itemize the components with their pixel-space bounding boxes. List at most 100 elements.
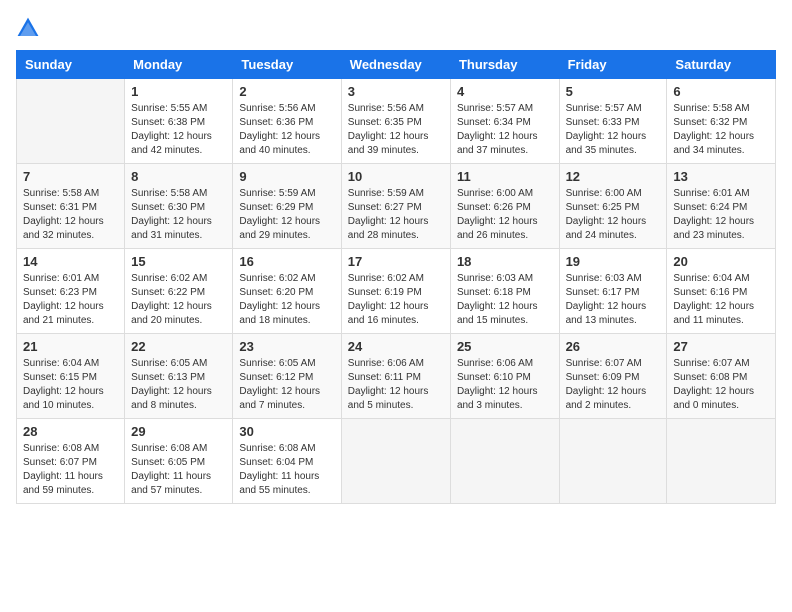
calendar-cell: 11Sunrise: 6:00 AM Sunset: 6:26 PM Dayli… bbox=[450, 164, 559, 249]
day-info: Sunrise: 5:58 AM Sunset: 6:32 PM Dayligh… bbox=[673, 102, 769, 158]
day-number: 3 bbox=[348, 84, 444, 99]
day-info: Sunrise: 6:02 AM Sunset: 6:22 PM Dayligh… bbox=[131, 272, 226, 328]
calendar-cell: 30 Sunrise: 6:08 AM Sunset: 6:04 PM Dayli… bbox=[233, 419, 341, 504]
calendar-cell: 12Sunrise: 6:00 AM Sunset: 6:25 PM Dayli… bbox=[559, 164, 667, 249]
day-info: Sunrise: 5:57 AM Sunset: 6:33 PM Dayligh… bbox=[566, 102, 661, 158]
day-number: 21 bbox=[23, 339, 118, 354]
day-info: Sunrise: 6:02 AM Sunset: 6:20 PM Dayligh… bbox=[239, 272, 334, 328]
day-info: Sunrise: 6:08 AM Sunset: 6:04 PM Dayligh… bbox=[239, 442, 334, 498]
day-info: Sunrise: 5:56 AM Sunset: 6:36 PM Dayligh… bbox=[239, 102, 334, 158]
day-number: 9 bbox=[239, 169, 334, 184]
calendar-cell: 3 Sunrise: 5:56 AM Sunset: 6:35 PM Daylig… bbox=[341, 79, 450, 164]
day-info: Sunrise: 6:07 AM Sunset: 6:09 PM Dayligh… bbox=[566, 357, 661, 413]
day-number: 25 bbox=[457, 339, 553, 354]
day-number: 14 bbox=[23, 254, 118, 269]
day-info: Sunrise: 6:02 AM Sunset: 6:19 PM Dayligh… bbox=[348, 272, 444, 328]
calendar-week-row: 14 Sunrise: 6:01 AM Sunset: 6:23 PM Dayli… bbox=[17, 249, 776, 334]
calendar-cell: 15 Sunrise: 6:02 AM Sunset: 6:22 PM Dayli… bbox=[125, 249, 233, 334]
calendar-cell: 25Sunrise: 6:06 AM Sunset: 6:10 PM Dayli… bbox=[450, 334, 559, 419]
calendar-cell: 23Sunrise: 6:05 AM Sunset: 6:12 PM Dayli… bbox=[233, 334, 341, 419]
day-info: Sunrise: 6:04 AM Sunset: 6:16 PM Dayligh… bbox=[673, 272, 769, 328]
calendar-cell: 24 Sunrise: 6:06 AM Sunset: 6:11 PM Dayli… bbox=[341, 334, 450, 419]
day-number: 16 bbox=[239, 254, 334, 269]
day-info: Sunrise: 6:05 AM Sunset: 6:13 PM Dayligh… bbox=[131, 357, 226, 413]
calendar-cell: 29 Sunrise: 6:08 AM Sunset: 6:05 PM Dayli… bbox=[125, 419, 233, 504]
day-number: 29 bbox=[131, 424, 226, 439]
day-info: Sunrise: 5:56 AM Sunset: 6:35 PM Dayligh… bbox=[348, 102, 444, 158]
day-info: Sunrise: 6:03 AM Sunset: 6:17 PM Dayligh… bbox=[566, 272, 661, 328]
day-info: Sunrise: 6:07 AM Sunset: 6:08 PM Dayligh… bbox=[673, 357, 769, 413]
calendar-week-row: 28 Sunrise: 6:08 AM Sunset: 6:07 PM Dayli… bbox=[17, 419, 776, 504]
day-info: Sunrise: 6:01 AM Sunset: 6:24 PM Dayligh… bbox=[673, 187, 769, 243]
day-number: 18 bbox=[457, 254, 553, 269]
calendar-cell: 5 Sunrise: 5:57 AM Sunset: 6:33 PM Daylig… bbox=[559, 79, 667, 164]
day-info: Sunrise: 6:05 AM Sunset: 6:12 PM Dayligh… bbox=[239, 357, 334, 413]
day-info: Sunrise: 6:01 AM Sunset: 6:23 PM Dayligh… bbox=[23, 272, 118, 328]
calendar-cell: 20 Sunrise: 6:04 AM Sunset: 6:16 PM Dayli… bbox=[667, 249, 776, 334]
day-number: 6 bbox=[673, 84, 769, 99]
day-info: Sunrise: 5:55 AM Sunset: 6:38 PM Dayligh… bbox=[131, 102, 226, 158]
day-number: 10 bbox=[348, 169, 444, 184]
weekday-header: Tuesday bbox=[233, 51, 341, 79]
day-number: 8 bbox=[131, 169, 226, 184]
day-info: Sunrise: 5:57 AM Sunset: 6:34 PM Dayligh… bbox=[457, 102, 553, 158]
calendar-cell: 18 Sunrise: 6:03 AM Sunset: 6:18 PM Dayli… bbox=[450, 249, 559, 334]
calendar-cell: 8 Sunrise: 5:58 AM Sunset: 6:30 PM Daylig… bbox=[125, 164, 233, 249]
day-number: 24 bbox=[348, 339, 444, 354]
calendar-cell: 16 Sunrise: 6:02 AM Sunset: 6:20 PM Dayli… bbox=[233, 249, 341, 334]
day-info: Sunrise: 6:04 AM Sunset: 6:15 PM Dayligh… bbox=[23, 357, 118, 413]
day-number: 5 bbox=[566, 84, 661, 99]
day-number: 17 bbox=[348, 254, 444, 269]
day-number: 26 bbox=[566, 339, 661, 354]
day-number: 28 bbox=[23, 424, 118, 439]
weekday-header: Monday bbox=[125, 51, 233, 79]
calendar-week-row: 7Sunrise: 5:58 AM Sunset: 6:31 PM Daylig… bbox=[17, 164, 776, 249]
logo bbox=[16, 16, 42, 40]
calendar-cell: 26 Sunrise: 6:07 AM Sunset: 6:09 PM Dayli… bbox=[559, 334, 667, 419]
calendar-cell: 9 Sunrise: 5:59 AM Sunset: 6:29 PM Daylig… bbox=[233, 164, 341, 249]
day-number: 2 bbox=[239, 84, 334, 99]
day-number: 27 bbox=[673, 339, 769, 354]
day-number: 1 bbox=[131, 84, 226, 99]
calendar-cell bbox=[341, 419, 450, 504]
day-info: Sunrise: 6:00 AM Sunset: 6:26 PM Dayligh… bbox=[457, 187, 553, 243]
calendar-cell: 22 Sunrise: 6:05 AM Sunset: 6:13 PM Dayli… bbox=[125, 334, 233, 419]
day-number: 20 bbox=[673, 254, 769, 269]
day-info: Sunrise: 6:08 AM Sunset: 6:05 PM Dayligh… bbox=[131, 442, 226, 498]
calendar-cell: 7Sunrise: 5:58 AM Sunset: 6:31 PM Daylig… bbox=[17, 164, 125, 249]
calendar-cell: 17 Sunrise: 6:02 AM Sunset: 6:19 PM Dayli… bbox=[341, 249, 450, 334]
day-info: Sunrise: 6:08 AM Sunset: 6:07 PM Dayligh… bbox=[23, 442, 118, 498]
calendar-cell: 13 Sunrise: 6:01 AM Sunset: 6:24 PM Dayli… bbox=[667, 164, 776, 249]
calendar-cell: 14 Sunrise: 6:01 AM Sunset: 6:23 PM Dayli… bbox=[17, 249, 125, 334]
calendar-table: SundayMondayTuesdayWednesdayThursdayFrid… bbox=[16, 50, 776, 504]
calendar-week-row: 1 Sunrise: 5:55 AM Sunset: 6:38 PM Daylig… bbox=[17, 79, 776, 164]
calendar-cell: 6 Sunrise: 5:58 AM Sunset: 6:32 PM Daylig… bbox=[667, 79, 776, 164]
day-info: Sunrise: 5:59 AM Sunset: 6:29 PM Dayligh… bbox=[239, 187, 334, 243]
day-info: Sunrise: 6:00 AM Sunset: 6:25 PM Dayligh… bbox=[566, 187, 661, 243]
day-number: 19 bbox=[566, 254, 661, 269]
calendar-cell: 10 Sunrise: 5:59 AM Sunset: 6:27 PM Dayli… bbox=[341, 164, 450, 249]
calendar-cell: 28 Sunrise: 6:08 AM Sunset: 6:07 PM Dayli… bbox=[17, 419, 125, 504]
page-header bbox=[16, 16, 776, 40]
day-number: 7 bbox=[23, 169, 118, 184]
calendar-cell: 27 Sunrise: 6:07 AM Sunset: 6:08 PM Dayli… bbox=[667, 334, 776, 419]
calendar-cell: 1 Sunrise: 5:55 AM Sunset: 6:38 PM Daylig… bbox=[125, 79, 233, 164]
calendar-cell bbox=[559, 419, 667, 504]
calendar-cell: 4 Sunrise: 5:57 AM Sunset: 6:34 PM Daylig… bbox=[450, 79, 559, 164]
calendar-cell: 21 Sunrise: 6:04 AM Sunset: 6:15 PM Dayli… bbox=[17, 334, 125, 419]
day-number: 4 bbox=[457, 84, 553, 99]
calendar-cell bbox=[667, 419, 776, 504]
weekday-header: Sunday bbox=[17, 51, 125, 79]
day-number: 30 bbox=[239, 424, 334, 439]
day-number: 13 bbox=[673, 169, 769, 184]
day-info: Sunrise: 6:03 AM Sunset: 6:18 PM Dayligh… bbox=[457, 272, 553, 328]
day-number: 22 bbox=[131, 339, 226, 354]
calendar-cell: 19 Sunrise: 6:03 AM Sunset: 6:17 PM Dayli… bbox=[559, 249, 667, 334]
day-info: Sunrise: 5:59 AM Sunset: 6:27 PM Dayligh… bbox=[348, 187, 444, 243]
calendar-cell: 2 Sunrise: 5:56 AM Sunset: 6:36 PM Daylig… bbox=[233, 79, 341, 164]
weekday-header: Friday bbox=[559, 51, 667, 79]
day-number: 15 bbox=[131, 254, 226, 269]
day-info: Sunrise: 5:58 AM Sunset: 6:30 PM Dayligh… bbox=[131, 187, 226, 243]
calendar-cell bbox=[17, 79, 125, 164]
day-info: Sunrise: 6:06 AM Sunset: 6:11 PM Dayligh… bbox=[348, 357, 444, 413]
